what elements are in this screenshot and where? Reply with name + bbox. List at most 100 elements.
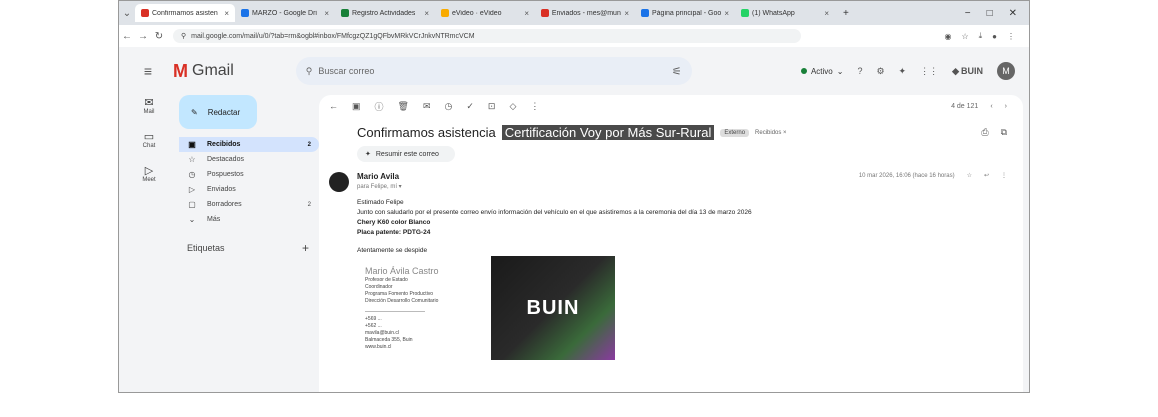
prev-message-icon[interactable]: ‹ [990,103,992,110]
tab-favicon-icon [241,9,249,17]
url-bar[interactable]: ⚲ mail.google.com/mail/u/0/?tab=rm&ogbl#… [173,29,801,43]
move-to-icon[interactable]: ⊡ [488,101,496,112]
pager-text: 4 de 121 [951,102,979,110]
compose-button[interactable]: ✎ Redactar [179,95,257,129]
search-icon[interactable]: ⚲ [306,66,313,77]
add-task-icon[interactable]: ✓ [466,101,474,112]
browser-tab[interactable]: Página principal - Goo × [635,4,735,22]
print-icon[interactable]: ⎙ [981,127,988,138]
open-new-window-icon[interactable]: ⧉ [1001,127,1007,138]
tab-label: eVideo · eVideo [452,9,502,17]
search-input[interactable]: Buscar correo [318,66,374,76]
reply-icon[interactable]: ↩ [984,172,989,179]
sidebar-item-label: Enviados [207,186,236,193]
gmail-logo[interactable]: M Gmail [173,61,234,82]
signature-line: Coordinador [365,284,393,290]
apps-grid-icon[interactable]: ⋮⋮ [920,66,938,77]
rail-item-meet[interactable]: ▷ Meet [119,163,179,184]
browser-tab[interactable]: eVideo · eVideo × [435,4,535,22]
sidebar-item-recibidos[interactable]: ▣ Recibidos 2 [179,137,319,152]
bookmark-star-icon[interactable]: ☆ [961,32,968,41]
chevron-down-icon: ⌄ [836,66,844,76]
more-actions-icon[interactable]: ⋮ [530,101,539,112]
rail-item-mail[interactable]: ✉ Mail [119,95,179,116]
tab-search-icon[interactable]: ⌄ [119,8,135,19]
snooze-icon[interactable]: ◷ [445,101,453,112]
org-badge[interactable]: ◆ BUIN [952,66,983,77]
closing: Atentamente se despide [357,247,428,254]
maximize-icon[interactable]: □ [987,8,993,19]
gmail-header: ≡ M Gmail ⚲ Buscar correo ⚟ Activo ⌄ ? ⚙… [119,47,1029,95]
settings-gear-icon[interactable]: ⚙ [876,66,884,77]
close-tab-icon[interactable]: × [324,9,329,18]
close-tab-icon[interactable]: × [424,9,429,18]
tab-favicon-icon [341,9,349,17]
org-badge-text: BUIN [961,66,983,76]
gmail-brand-text: Gmail [192,62,234,79]
sidebar-item-enviados[interactable]: ▷ Enviados [179,182,319,197]
tab-label: Registro Actividades [352,9,416,17]
main-menu-icon[interactable]: ≡ [133,63,163,79]
sidebar-item-más[interactable]: ⌄ Más [179,212,319,227]
close-tab-icon[interactable]: × [724,9,729,18]
sidebar-item-destacados[interactable]: ☆ Destacados [179,152,319,167]
delete-icon[interactable]: 🗑 [398,101,409,112]
mark-unread-icon[interactable]: ✉ [423,101,431,112]
tab-label: Enviados - mes@muni [551,9,622,17]
sidebar-item-pospuestos[interactable]: ◷ Pospuestos [179,167,319,182]
add-label-icon[interactable]: + [302,241,319,255]
browser-menu-icon[interactable]: ⋮ [1007,32,1015,41]
sidebar-item-icon: ▣ [188,140,196,149]
account-avatar[interactable]: M [997,62,1015,80]
sender-avatar[interactable] [329,172,349,192]
search-options-icon[interactable]: ⚟ [672,65,682,78]
browser-tab[interactable]: Enviados - mes@muni × [535,4,635,22]
profile-icon[interactable]: ● [992,32,997,41]
label-icon[interactable]: ◇ [509,101,516,112]
status-selector[interactable]: Activo ⌄ [800,66,844,76]
sidebar-item-borradores[interactable]: ▢ Borradores 2 [179,197,319,212]
browser-tab[interactable]: Registro Actividades × [335,4,435,22]
extension-icon[interactable]: ◉ [944,32,951,41]
next-message-icon[interactable]: › [1005,103,1007,110]
sidebar-item-label: Borradores [207,201,242,208]
signature: Mario Ávila Castro Profesor de Estado Coo… [357,256,1023,376]
star-icon[interactable]: ☆ [967,172,972,179]
minimize-icon[interactable]: − [965,8,971,19]
inbox-label-chip[interactable]: Recibidos × [755,130,787,136]
close-tab-icon[interactable]: × [824,9,829,18]
labels-section: Etiquetas + [179,241,319,255]
browser-tab[interactable]: (1) WhatsApp × [735,4,835,22]
sidebar-item-label: Destacados [207,156,244,163]
close-tab-icon[interactable]: × [624,9,629,18]
search-bar[interactable]: ⚲ Buscar correo ⚟ [295,57,692,85]
help-icon[interactable]: ? [857,66,862,76]
signature-name: Mario Ávila Castro [365,266,439,276]
new-tab-button[interactable]: + [835,8,857,19]
rail-item-chat[interactable]: ▭ Chat [119,129,179,150]
message-more-icon[interactable]: ⋮ [1001,172,1007,179]
close-tab-icon[interactable]: × [524,9,529,18]
recipients[interactable]: para Felipe, mí ▾ [357,183,1023,190]
message-pane: ← ▣ ⓘ 🗑 ✉ ◷ ✓ ⊡ ◇ ⋮ 4 de 121 ‹ › Confirm… [319,95,1023,392]
browser-window: ⌄ Confirmamos asisten × MARZO - Google Dri… [118,0,1030,393]
tab-label: Confirmamos asisten [152,9,218,17]
reload-icon[interactable]: ↻ [151,31,167,42]
site-info-icon[interactable]: ⚲ [181,32,186,40]
back-icon[interactable]: ← [119,31,135,42]
vehicle: Chery K60 color Blanco [357,219,431,226]
archive-icon[interactable]: ▣ [352,101,361,112]
external-badge: Externo [720,128,750,137]
summarize-button[interactable]: ✦ Resumir este correo [357,146,455,162]
close-tab-icon[interactable]: × [224,9,229,18]
sidebar-item-label: Más [207,216,221,223]
back-to-inbox-icon[interactable]: ← [329,101,338,111]
browser-tab[interactable]: MARZO - Google Dri × [235,4,335,22]
download-icon[interactable]: ⤓ [979,31,983,41]
address-row: ← → ↻ ⚲ mail.google.com/mail/u/0/?tab=rm… [119,25,1029,47]
browser-tab[interactable]: Confirmamos asisten × [135,4,235,22]
gemini-sparkle-icon[interactable]: ✦ [899,66,907,77]
report-spam-icon[interactable]: ⓘ [375,100,384,113]
forward-icon[interactable]: → [135,31,151,42]
close-window-icon[interactable]: ✕ [1009,8,1017,19]
